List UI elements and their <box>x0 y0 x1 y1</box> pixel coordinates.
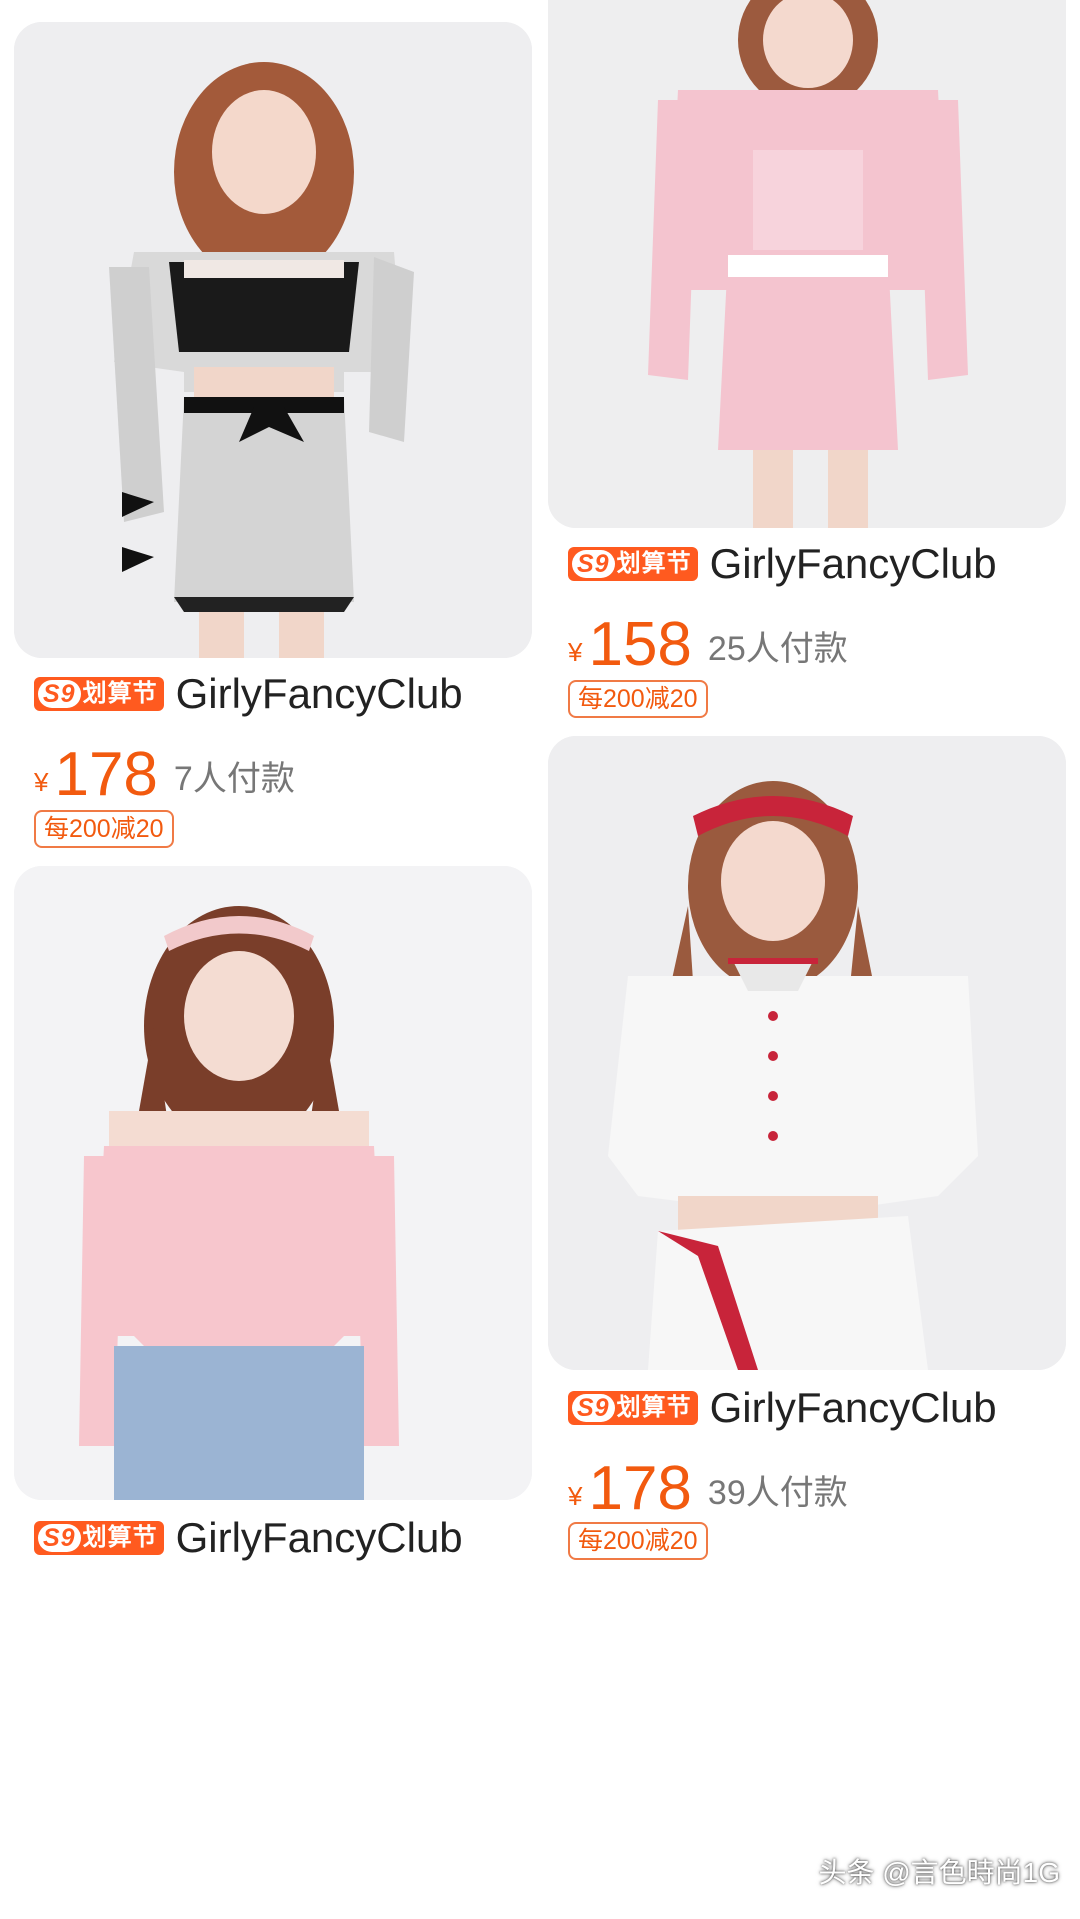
currency-symbol: ¥ <box>568 1481 583 1511</box>
sales-count: 25人付款 <box>707 630 848 668</box>
product-photo[interactable] <box>14 22 532 658</box>
coupon-badge: 每200减20 <box>34 810 174 848</box>
watermark-text: 头条 @言色時尚1G <box>818 1857 1060 1888</box>
s9-icon: S9 <box>572 1394 615 1422</box>
product-image-pink-sweater <box>14 866 532 1500</box>
product-photo[interactable] <box>548 0 1066 528</box>
price-row: ¥ 178 7人付款 <box>34 740 295 806</box>
shop-name[interactable]: GirlyFancyClub <box>176 1514 463 1562</box>
price-value: 178 <box>54 740 158 809</box>
shop-name[interactable]: GirlyFancyClub <box>710 1384 997 1432</box>
s9-icon: S9 <box>38 1524 81 1552</box>
product-photo[interactable] <box>548 736 1066 1370</box>
festival-badge-label: 划算节 <box>82 1524 158 1551</box>
price-row: ¥ 178 39人付款 <box>568 1454 848 1520</box>
festival-badge: S9 划算节 <box>568 1391 698 1425</box>
product-image-tweed-set <box>14 22 532 658</box>
shop-name[interactable]: GirlyFancyClub <box>176 670 463 718</box>
shop-row: S9 划算节 GirlyFancyClub <box>34 1512 532 1564</box>
s9-icon: S9 <box>572 550 615 578</box>
product-image-white-shirt-set <box>548 736 1066 1370</box>
price-value: 158 <box>588 610 692 679</box>
s9-icon: S9 <box>38 680 81 708</box>
shop-row: S9 划算节 GirlyFancyClub <box>34 668 532 720</box>
shop-row: S9 划算节 GirlyFancyClub <box>568 538 1066 590</box>
festival-badge-label: 划算节 <box>616 1394 692 1421</box>
currency-symbol: ¥ <box>34 767 49 797</box>
festival-badge: S9 划算节 <box>34 677 164 711</box>
shop-row: S9 划算节 GirlyFancyClub <box>568 1382 1066 1434</box>
product-photo[interactable] <box>14 866 532 1500</box>
sales-count: 39人付款 <box>707 1474 848 1512</box>
festival-badge-label: 划算节 <box>82 680 158 707</box>
festival-badge-label: 划算节 <box>616 550 692 577</box>
coupon-badge: 每200减20 <box>568 680 708 718</box>
coupon-badge: 每200减20 <box>568 1522 708 1560</box>
product-image-pink-gingham-set <box>548 0 1066 528</box>
price-row: ¥ 158 25人付款 <box>568 610 848 676</box>
festival-badge: S9 划算节 <box>34 1521 164 1555</box>
festival-badge: S9 划算节 <box>568 547 698 581</box>
sales-count: 7人付款 <box>173 760 295 798</box>
shop-name[interactable]: GirlyFancyClub <box>710 540 997 588</box>
price-value: 178 <box>588 1454 692 1523</box>
currency-symbol: ¥ <box>568 637 583 667</box>
